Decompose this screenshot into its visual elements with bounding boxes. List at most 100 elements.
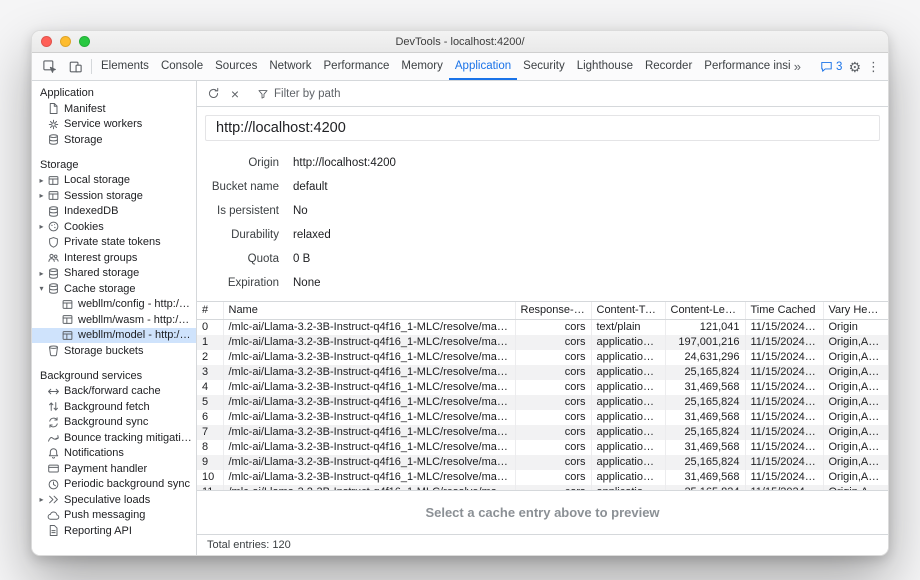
tab-label: Memory (401, 60, 443, 72)
tab-sources[interactable]: Sources (209, 53, 263, 80)
column-header-name[interactable]: Name (223, 302, 515, 319)
tab-memory[interactable]: Memory (395, 53, 449, 80)
cell-time-cached: 11/15/2024, 10… (745, 335, 823, 350)
cache-entry-row[interactable]: 4/mlc-ai/Llama-3.2-3B-Instruct-q4f16_1-M… (197, 380, 888, 395)
cache-entry-row[interactable]: 1/mlc-ai/Llama-3.2-3B-Instruct-q4f16_1-M… (197, 335, 888, 350)
metadata-row-quota: Quota0 B (197, 247, 888, 271)
sidebar-item-bounce-tracking-mitigations[interactable]: Bounce tracking mitigations (32, 430, 196, 446)
tab-performance-insights[interactable]: Performance insights (698, 53, 790, 80)
tab-console[interactable]: Console (155, 53, 209, 80)
sidebar-item-session-storage[interactable]: ▸Session storage (32, 188, 196, 204)
sidebar-item-label: Speculative loads (64, 494, 196, 506)
cache-entry-row[interactable]: 3/mlc-ai/Llama-3.2-3B-Instruct-q4f16_1-M… (197, 365, 888, 380)
sidebar-item-storage[interactable]: Storage (32, 132, 196, 148)
tab-application[interactable]: Application (449, 53, 517, 80)
sidebar-item-push-messaging[interactable]: Push messaging (32, 508, 196, 524)
tab-label: Performance insights (704, 60, 790, 72)
tab-performance[interactable]: Performance (318, 53, 396, 80)
expander-closed-icon[interactable]: ▸ (36, 269, 47, 278)
devtools-tabs: ElementsConsoleSources Network Performance… (95, 53, 790, 80)
filter-by-path-input[interactable]: Filter by path (253, 88, 340, 100)
column-header-content-type[interactable]: Content-Type (591, 302, 665, 319)
cell-content-type: application/oc… (591, 410, 665, 425)
group-icon (47, 251, 64, 264)
sidebar-item-cookies[interactable]: ▸Cookies (32, 219, 196, 235)
cache-entry-row[interactable]: 7/mlc-ai/Llama-3.2-3B-Instruct-q4f16_1-M… (197, 425, 888, 440)
sidebar-item-notifications[interactable]: Notifications (32, 446, 196, 462)
tab-recorder[interactable]: Recorder (639, 53, 698, 80)
cache-entry-row[interactable]: 9/mlc-ai/Llama-3.2-3B-Instruct-q4f16_1-M… (197, 455, 888, 470)
sidebar-item-payment-handler[interactable]: Payment handler (32, 461, 196, 477)
sidebar-item-indexeddb[interactable]: IndexedDB (32, 204, 196, 220)
toggle-device-toolbar-button[interactable] (62, 53, 88, 80)
sidebar-item-label: Payment handler (64, 463, 196, 475)
messages-button[interactable]: 3 (820, 60, 842, 73)
column-header-response-type[interactable]: Response-Type (515, 302, 591, 319)
sidebar-item-cache-storage[interactable]: ▾Cache storage (32, 281, 196, 297)
expander-closed-icon[interactable]: ▸ (36, 191, 47, 200)
sidebar-item-storage-buckets[interactable]: Storage buckets (32, 343, 196, 359)
cache-table-body: 0/mlc-ai/Llama-3.2-3B-Instruct-q4f16_1-M… (197, 319, 888, 491)
cell-time-cached: 11/15/2024, 10… (745, 470, 823, 485)
cache-entry-row[interactable]: 5/mlc-ai/Llama-3.2-3B-Instruct-q4f16_1-M… (197, 395, 888, 410)
close-window-button[interactable] (41, 36, 52, 47)
sidebar-item-periodic-background-sync[interactable]: Periodic background sync (32, 477, 196, 493)
cache-entry-row[interactable]: 10/mlc-ai/Llama-3.2-3B-Instruct-q4f16_1-… (197, 470, 888, 485)
cell-response-type: cors (515, 335, 591, 350)
sidebar-item-private-state-tokens[interactable]: Private state tokens (32, 235, 196, 251)
tab-network[interactable]: Network (263, 53, 317, 80)
expander-closed-icon[interactable]: ▸ (36, 176, 47, 185)
expander-open-icon[interactable]: ▾ (36, 284, 47, 293)
metadata-label: Origin (197, 157, 279, 169)
column-header-time-cached[interactable]: Time Cached (745, 302, 823, 319)
sidebar-item-background-fetch[interactable]: Background fetch (32, 399, 196, 415)
sidebar-item-webllm-model-http-loc[interactable]: webllm/model - http://loc… (32, 328, 196, 344)
expander-closed-icon[interactable]: ▸ (36, 222, 47, 231)
sidebar-item-back-forward-cache[interactable]: Back/forward cache (32, 384, 196, 400)
more-tabs-button[interactable]: » (794, 59, 801, 74)
cache-entry-row[interactable]: 0/mlc-ai/Llama-3.2-3B-Instruct-q4f16_1-M… (197, 319, 888, 335)
cell-time-cached: 11/15/2024, 10… (745, 350, 823, 365)
sidebar-item-reporting-api[interactable]: Reporting API (32, 523, 196, 539)
sidebar-item-webllm-wasm-http-loca[interactable]: webllm/wasm - http://loca… (32, 312, 196, 328)
cache-entry-row[interactable]: 2/mlc-ai/Llama-3.2-3B-Instruct-q4f16_1-M… (197, 350, 888, 365)
column-header-index[interactable]: # (197, 302, 223, 319)
cell-time-cached: 11/15/2024, 10… (745, 455, 823, 470)
sidebar-item-background-sync[interactable]: Background sync (32, 415, 196, 431)
cell-response-type: cors (515, 455, 591, 470)
sidebar-item-speculative-loads[interactable]: ▸ Speculative loads (32, 492, 196, 508)
column-header-content-length[interactable]: Content-Length (665, 302, 745, 319)
cell-response-type: cors (515, 380, 591, 395)
tab-security[interactable]: Security (517, 53, 571, 80)
cell-vary-header: Origin (823, 319, 888, 335)
cell-index: 2 (197, 350, 223, 365)
sidebar-item-service-workers[interactable]: Service workers (32, 117, 196, 133)
tab-label: Network (269, 60, 311, 72)
cell-content-length: 24,631,296 (665, 350, 745, 365)
cache-entry-row[interactable]: 8/mlc-ai/Llama-3.2-3B-Instruct-q4f16_1-M… (197, 440, 888, 455)
sync-icon (47, 416, 64, 429)
inspect-element-button[interactable] (36, 53, 62, 80)
cell-content-type: text/plain (591, 319, 665, 335)
tab-elements[interactable]: Elements (95, 53, 155, 80)
sidebar-item-shared-storage[interactable]: ▸Shared storage (32, 266, 196, 282)
sidebar-item-local-storage[interactable]: ▸Local storage (32, 173, 196, 189)
delete-selected-button[interactable]: × (224, 83, 246, 105)
more-options-icon[interactable]: ⋮ (867, 60, 880, 73)
cell-index: 1 (197, 335, 223, 350)
sidebar-item-label: Storage (64, 134, 196, 146)
settings-gear-icon[interactable]: ⚙ (848, 60, 861, 74)
window-titlebar[interactable]: DevTools - localhost:4200/ (32, 31, 888, 53)
minimize-window-button[interactable] (60, 36, 71, 47)
tab-label: Lighthouse (577, 60, 633, 72)
fullscreen-window-button[interactable] (79, 36, 90, 47)
sidebar-item-webllm-config-http-loc[interactable]: webllm/config - http://loc… (32, 297, 196, 313)
tab-lighthouse[interactable]: Lighthouse (571, 53, 639, 80)
refresh-button[interactable] (202, 83, 224, 105)
sidebar-item-manifest[interactable]: Manifest (32, 101, 196, 117)
cache-entry-row[interactable]: 6/mlc-ai/Llama-3.2-3B-Instruct-q4f16_1-M… (197, 410, 888, 425)
sidebar-item-interest-groups[interactable]: Interest groups (32, 250, 196, 266)
expander-closed-icon[interactable]: ▸ (36, 495, 47, 504)
cloud-icon (47, 509, 64, 522)
column-header-vary-header[interactable]: Vary Header (823, 302, 888, 319)
